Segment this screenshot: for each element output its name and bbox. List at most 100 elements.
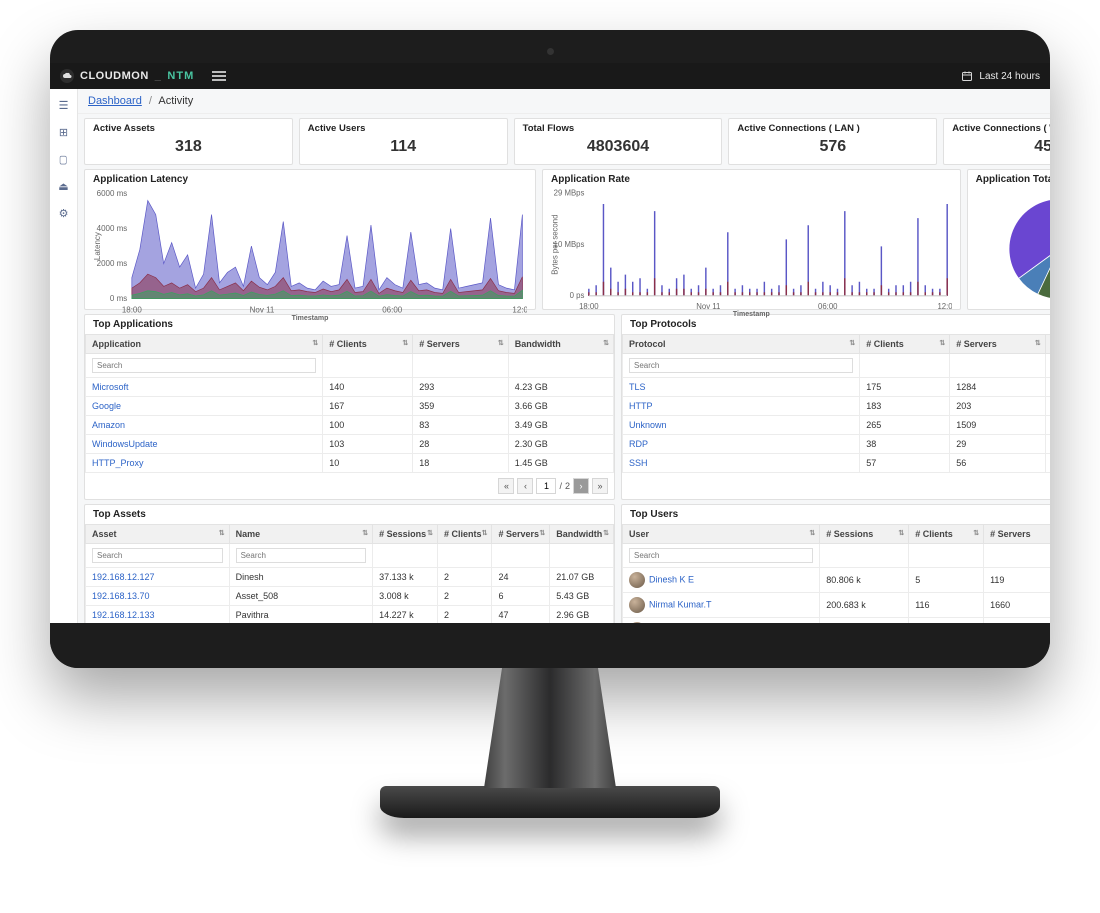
kpi-total-flows: Total Flows4803604 <box>514 118 723 165</box>
table-row[interactable]: Stephen Reed742.042 k23374.03 G <box>623 618 1051 624</box>
column-header[interactable]: # Clients⇅ <box>909 525 984 544</box>
sort-icon: ⇅ <box>603 339 609 347</box>
pager-first-button[interactable]: « <box>498 478 514 494</box>
sort-icon: ⇅ <box>402 339 408 347</box>
svg-text:06:00: 06:00 <box>818 302 838 311</box>
column-header[interactable]: # Clients⇅ <box>323 335 413 354</box>
column-header[interactable]: Application⇅ <box>86 335 323 354</box>
brand-logo[interactable]: CLOUDMON _ NTM <box>60 69 194 83</box>
column-header[interactable]: Name⇅ <box>229 525 373 544</box>
svg-text:Latency: Latency <box>93 232 102 260</box>
svg-text:6000 ms: 6000 ms <box>97 189 128 198</box>
sort-icon: ⇅ <box>603 529 609 537</box>
pager-total: 2 <box>565 481 570 491</box>
sort-icon: ⇅ <box>427 529 433 537</box>
rate-chart[interactable]: 0 ps10 MBps29 MBpsBytes per second18:00N… <box>551 189 952 311</box>
sidebar-item-3[interactable]: ▢ <box>59 153 67 166</box>
table-row[interactable]: Nirmal Kumar.T200.683 k116166011.25 <box>623 593 1051 618</box>
svg-text:0 ms: 0 ms <box>110 294 127 303</box>
pager-last-button[interactable]: » <box>592 478 608 494</box>
sort-icon: ⇅ <box>939 339 945 347</box>
table-row[interactable]: WindowsUpdate103282.30 GB <box>86 435 614 454</box>
table-row[interactable]: Google1673593.66 GB <box>86 397 614 416</box>
breadcrumb: Dashboard / Activity <box>78 89 1050 114</box>
table-row[interactable]: TLS175128431.51 GB <box>623 378 1051 397</box>
sort-icon: ⇅ <box>498 339 504 347</box>
pager-prev-button[interactable]: ‹ <box>517 478 533 494</box>
panel-app-rate: Application Rate 0 ps10 MBps29 MBpsBytes… <box>542 169 961 310</box>
search-input[interactable] <box>92 548 223 563</box>
cloudmon-app: CLOUDMON _ NTM Last 24 hours ☰ <box>50 63 1050 623</box>
search-input[interactable] <box>92 358 316 373</box>
column-header[interactable]: Protocol⇅ <box>623 335 860 354</box>
search-input[interactable] <box>629 548 813 563</box>
pager-page-input[interactable] <box>536 478 556 494</box>
kpi-conn-lan: Active Connections ( LAN )576 <box>728 118 937 165</box>
latency-chart[interactable]: 0 ms2000 ms4000 ms6000 msLatency18:00Nov… <box>93 189 527 315</box>
column-header[interactable]: Asset⇅ <box>86 525 230 544</box>
sort-icon: ⇅ <box>219 529 225 537</box>
svg-text:12:00: 12:00 <box>937 302 951 311</box>
table-row[interactable]: Unknown26515095.42 GB <box>623 416 1051 435</box>
column-header[interactable]: Bandwidth⇅ <box>508 335 613 354</box>
sort-icon: ⇅ <box>312 339 318 347</box>
date-range-picker[interactable]: Last 24 hours <box>961 70 1040 82</box>
panel-app-bw: Application Total Bandwidth <box>967 169 1050 310</box>
svg-text:Bytes per second: Bytes per second <box>551 215 560 275</box>
column-header[interactable]: # Servers⇅ <box>492 525 550 544</box>
table-row[interactable]: Dinesh K E80.806 k511921.38 <box>623 568 1051 593</box>
column-header[interactable]: # Clients⇅ <box>437 525 492 544</box>
date-range-label: Last 24 hours <box>979 71 1040 82</box>
kpi-active-assets: Active Assets318 <box>84 118 293 165</box>
breadcrumb-current: Activity <box>158 95 193 107</box>
column-header[interactable]: # Servers⇅ <box>984 525 1050 544</box>
menu-toggle-icon[interactable] <box>212 71 226 81</box>
table-row[interactable]: HTTP18320319.62 GB <box>623 397 1051 416</box>
main-content: Dashboard / Activity Active Assets318 Ac… <box>78 89 1050 623</box>
column-header[interactable]: # Servers⇅ <box>413 335 508 354</box>
svg-text:12:00: 12:00 <box>512 305 527 314</box>
svg-text:29 MBps: 29 MBps <box>554 189 585 198</box>
table-row[interactable]: Amazon100833.49 GB <box>86 416 614 435</box>
column-header[interactable]: User⇅ <box>623 525 820 544</box>
sort-icon: ⇅ <box>362 529 368 537</box>
monitor-stand-base <box>380 786 720 818</box>
pager-next-button[interactable]: › <box>573 478 589 494</box>
panel-app-latency: Application Latency 0 ms2000 ms4000 ms60… <box>84 169 536 310</box>
camera-dot <box>547 48 554 55</box>
sort-icon: ⇅ <box>1035 339 1041 347</box>
column-header[interactable]: # Sessions⇅ <box>820 525 909 544</box>
column-header[interactable]: # Clients⇅ <box>860 335 950 354</box>
sort-icon: ⇅ <box>898 529 904 537</box>
svg-text:2000 ms: 2000 ms <box>97 259 128 268</box>
sidebar-item-4[interactable]: ⏏ <box>58 180 68 193</box>
breadcrumb-root[interactable]: Dashboard <box>88 95 142 107</box>
sort-icon: ⇅ <box>482 529 488 537</box>
sidebar-item-1[interactable]: ☰ <box>59 99 69 112</box>
column-header[interactable]: Bandwidth⇅ <box>550 525 614 544</box>
table-row[interactable]: HTTP_Proxy10181.45 GB <box>86 454 614 473</box>
table-row[interactable]: 192.168.12.133Pavithra14.227 k2472.96 GB <box>86 606 614 624</box>
svg-text:18:00: 18:00 <box>122 305 143 314</box>
pager-top-applications: « ‹ / 2 › » <box>85 473 614 499</box>
column-header[interactable]: # Servers⇅ <box>950 335 1045 354</box>
table-row[interactable]: RDP38292.60 GB <box>623 435 1051 454</box>
kpi-row: Active Assets318 Active Users114 Total F… <box>78 114 1050 165</box>
column-header[interactable]: # Sessions⇅ <box>373 525 438 544</box>
panel-title: Top Users <box>622 505 1050 524</box>
table-row[interactable]: SSH5756709.32 MB <box>623 454 1051 473</box>
panel-top-protocols: Top Protocols Protocol⇅# Clients⇅# Serve… <box>621 314 1050 500</box>
sidebar-item-2[interactable]: ⊞ <box>59 126 68 139</box>
table-row[interactable]: 192.168.13.70Asset_5083.008 k265.43 GB <box>86 587 614 606</box>
table-row[interactable]: Microsoft1402934.23 GB <box>86 378 614 397</box>
bandwidth-pie-chart[interactable] <box>1004 194 1050 304</box>
column-header[interactable]: Bandwidth⇅ <box>1045 335 1050 354</box>
kpi-conn-wan: Active Connections ( WAN )450 <box>943 118 1050 165</box>
sidebar-item-5[interactable]: ⚙ <box>59 207 69 220</box>
monitor-frame: CLOUDMON _ NTM Last 24 hours ☰ <box>50 30 1050 818</box>
search-input[interactable] <box>236 548 367 563</box>
search-input[interactable] <box>629 358 853 373</box>
table-row[interactable]: 192.168.12.127Dinesh37.133 k22421.07 GB <box>86 568 614 587</box>
panel-title: Application Latency <box>85 170 535 189</box>
panel-title: Top Assets <box>85 505 614 524</box>
